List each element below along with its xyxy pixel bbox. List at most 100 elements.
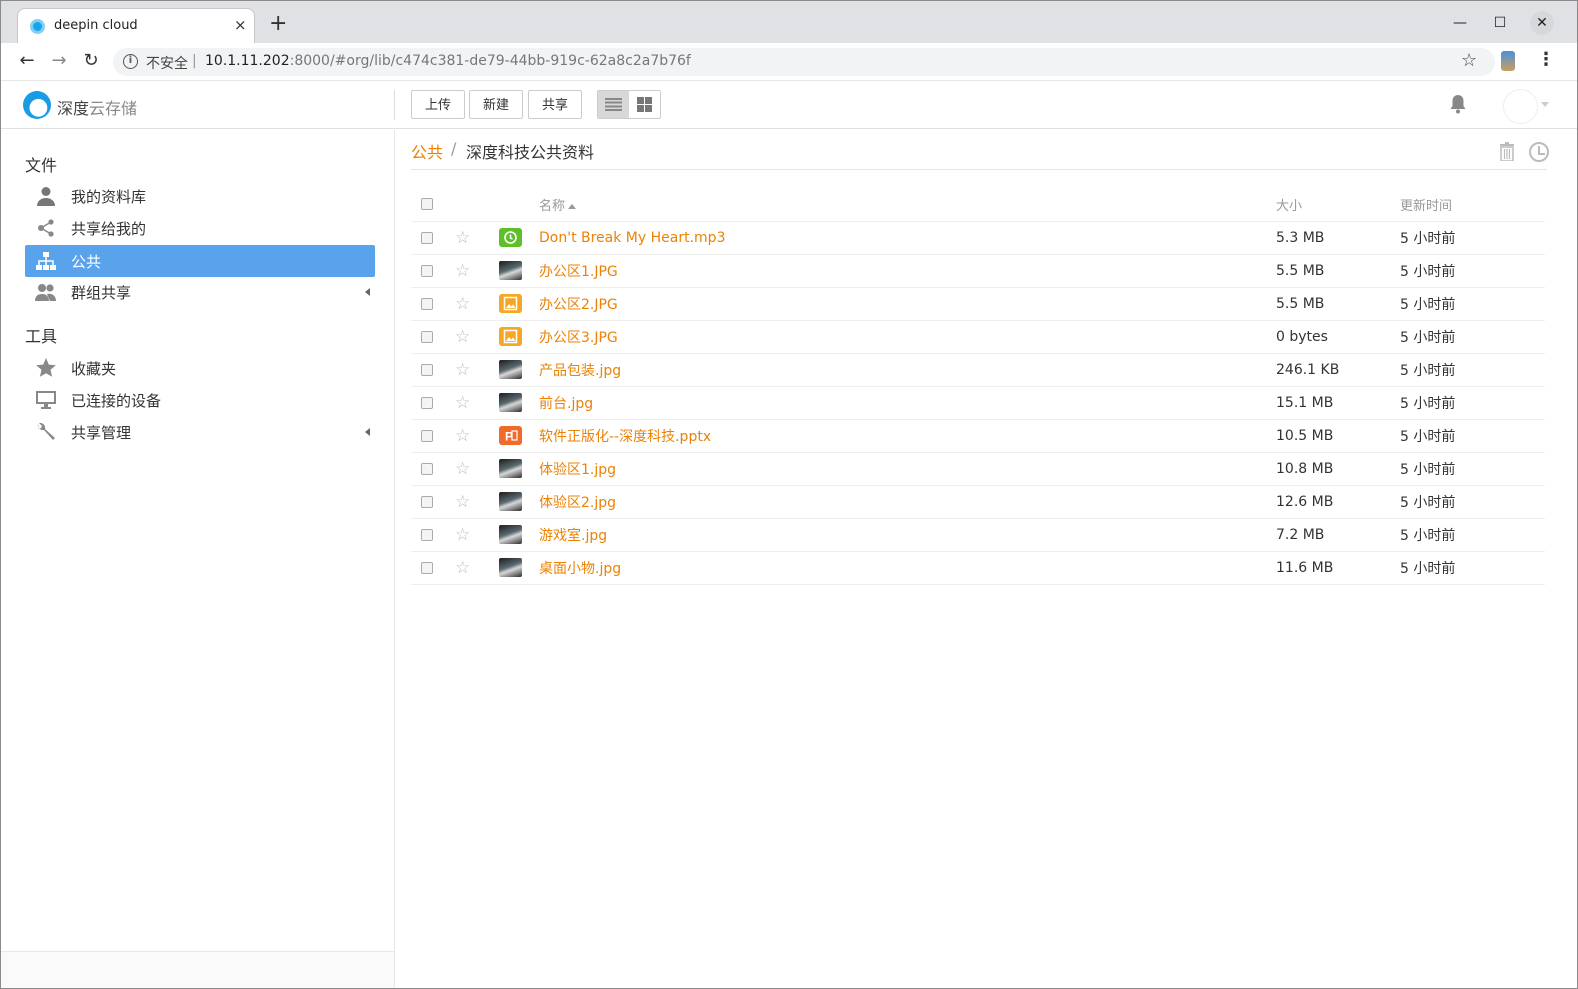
file-name-link[interactable]: Don't Break My Heart.mp3	[539, 230, 725, 246]
row-checkbox[interactable]	[421, 462, 433, 475]
sidebar-item-label: 已连接的设备	[71, 392, 162, 410]
file-name-link[interactable]: 办公区1.JPG	[539, 264, 618, 280]
favorite-star-icon[interactable]: ☆	[451, 393, 470, 413]
favorite-star-icon[interactable]: ☆	[451, 459, 470, 479]
row-checkbox[interactable]	[421, 495, 433, 508]
table-row[interactable]: ☆ 办公区2.JPG 5.5 MB 5 小时前	[411, 287, 1545, 321]
trash-icon[interactable]	[1499, 142, 1515, 161]
tab-close-icon[interactable]: ×	[234, 16, 247, 34]
favorite-star-icon[interactable]: ☆	[451, 360, 470, 380]
minimize-icon[interactable]: —	[1448, 11, 1472, 35]
file-name-link[interactable]: 产品包装.jpg	[539, 363, 621, 379]
sidebar-item-share-admin[interactable]: 共享管理	[25, 416, 375, 448]
sidebar-item-favorites[interactable]: 收藏夹	[25, 352, 375, 384]
table-row[interactable]: ☆ Don't Break My Heart.mp3 5.3 MB 5 小时前	[411, 221, 1545, 255]
favorite-star-icon[interactable]: ☆	[451, 294, 470, 314]
table-row[interactable]: ☆ P 软件正版化--深度科技.pptx 10.5 MB 5 小时前	[411, 419, 1545, 453]
row-checkbox[interactable]	[421, 528, 433, 541]
browser-tab[interactable]: deepin cloud ×	[17, 8, 255, 43]
file-name-link[interactable]: 前台.jpg	[539, 396, 593, 412]
extension-icon[interactable]	[1501, 51, 1515, 71]
row-checkbox[interactable]	[421, 363, 433, 376]
row-fav-cell: ☆	[451, 254, 499, 288]
row-checkbox[interactable]	[421, 561, 433, 574]
sidebar-item-label: 共享管理	[71, 424, 132, 442]
new-button[interactable]: 新建	[469, 90, 523, 119]
table-row[interactable]: ☆ 游戏室.jpg 7.2 MB 5 小时前	[411, 518, 1545, 552]
info-icon[interactable]: i	[123, 54, 138, 69]
row-checkbox[interactable]	[421, 231, 433, 244]
table-header-row: 名称 大小 更新时间	[411, 188, 1545, 222]
sidebar-item-shared-with-me[interactable]: 共享给我的	[25, 212, 375, 244]
maximize-icon[interactable]: ☐	[1488, 11, 1512, 35]
chevron-down-icon[interactable]	[1541, 102, 1549, 107]
row-checkbox[interactable]	[421, 429, 433, 442]
table-row[interactable]: ☆ 体验区2.jpg 12.6 MB 5 小时前	[411, 485, 1545, 519]
row-checkbox[interactable]	[421, 297, 433, 310]
row-checkbox[interactable]	[421, 264, 433, 277]
favorite-star-icon[interactable]: ☆	[451, 525, 470, 545]
favorite-star-icon[interactable]: ☆	[451, 228, 470, 248]
sidebar-item-public[interactable]: 公共	[25, 245, 375, 277]
new-tab-icon[interactable]: +	[269, 13, 287, 35]
sidebar-item-my-libraries[interactable]: 我的资料库	[25, 180, 375, 212]
row-fav-cell: ☆	[451, 518, 499, 552]
history-clock-icon[interactable]	[1529, 142, 1549, 162]
favorite-star-icon[interactable]: ☆	[451, 261, 470, 281]
security-label[interactable]: 不安全	[146, 53, 188, 73]
image-file-icon	[499, 327, 522, 346]
updated-header[interactable]: 更新时间	[1400, 188, 1545, 222]
user-avatar[interactable]	[1503, 89, 1538, 124]
table-row[interactable]: ☆ 体验区1.jpg 10.8 MB 5 小时前	[411, 452, 1545, 486]
table-row[interactable]: ☆ 前台.jpg 15.1 MB 5 小时前	[411, 386, 1545, 420]
image-thumbnail	[499, 558, 522, 577]
table-row[interactable]: ☆ 办公区1.JPG 5.5 MB 5 小时前	[411, 254, 1545, 288]
file-name-link[interactable]: 软件正版化--深度科技.pptx	[539, 429, 711, 445]
select-all-checkbox[interactable]	[421, 198, 433, 211]
reload-icon[interactable]: ↻	[79, 49, 103, 73]
sidebar-item-devices[interactable]: 已连接的设备	[25, 384, 375, 416]
row-icon-cell: P	[499, 419, 539, 453]
favorite-star-icon[interactable]: ☆	[451, 558, 470, 578]
row-checkbox[interactable]	[421, 396, 433, 409]
table-row[interactable]: ☆ 产品包装.jpg 246.1 KB 5 小时前	[411, 353, 1545, 387]
forward-icon[interactable]: →	[47, 49, 71, 73]
url-text[interactable]: 10.1.11.202:8000/#org/lib/c474c381-de79-…	[205, 53, 691, 69]
row-checkbox[interactable]	[421, 330, 433, 343]
file-name-link[interactable]: 桌面小物.jpg	[539, 561, 621, 577]
size-header[interactable]: 大小	[1276, 188, 1400, 222]
share-button[interactable]: 共享	[528, 90, 582, 119]
view-toggle	[597, 90, 661, 119]
expand-caret-icon[interactable]	[365, 288, 370, 296]
file-name-link[interactable]: 体验区2.jpg	[539, 495, 616, 511]
favorite-star-icon[interactable]: ☆	[451, 426, 470, 446]
favorite-star-icon[interactable]: ☆	[451, 327, 470, 347]
file-rows: ☆ Don't Break My Heart.mp3 5.3 MB 5 小时前 ☆ 办公区…	[411, 221, 1545, 585]
name-header[interactable]: 名称	[539, 188, 1276, 222]
grid-view-button[interactable]	[629, 91, 660, 118]
table-row[interactable]: ☆ 桌面小物.jpg 11.6 MB 5 小时前	[411, 551, 1545, 585]
table-row[interactable]: ☆ 办公区3.JPG 0 bytes 5 小时前	[411, 320, 1545, 354]
back-icon[interactable]: ←	[15, 49, 39, 73]
file-name-link[interactable]: 游戏室.jpg	[539, 528, 607, 544]
file-name-link[interactable]: 体验区1.jpg	[539, 462, 616, 478]
file-name-link[interactable]: 办公区2.JPG	[539, 297, 618, 313]
expand-caret-icon[interactable]	[365, 428, 370, 436]
favorite-star-icon[interactable]: ☆	[451, 492, 470, 512]
row-name-cell: 产品包装.jpg	[539, 353, 1276, 387]
breadcrumb-root-link[interactable]: 公共	[411, 139, 443, 163]
row-updated-cell: 5 小时前	[1400, 551, 1545, 585]
sidebar-item-label: 收藏夹	[71, 360, 117, 378]
browser-window: deepin cloud × + — ☐ ✕ ← → ↻ i 不安全 | 10.…	[0, 0, 1578, 989]
address-bar[interactable]: i 不安全 | 10.1.11.202:8000/#org/lib/c474c3…	[113, 48, 1495, 76]
bell-icon[interactable]	[1449, 94, 1467, 114]
file-name-link[interactable]: 办公区3.JPG	[539, 330, 618, 346]
upload-button[interactable]: 上传	[411, 90, 465, 119]
browser-menu-icon[interactable]: ⋮	[1537, 49, 1555, 70]
bookmark-star-icon[interactable]: ☆	[1461, 50, 1477, 71]
url-host: 10.1.11.202	[205, 53, 290, 69]
window-close-icon[interactable]: ✕	[1530, 11, 1554, 35]
sidebar-item-group-share[interactable]: 群组共享	[25, 276, 375, 308]
list-view-button[interactable]	[598, 91, 629, 118]
app-header: 深度云存储 上传 新建 共享	[1, 82, 1577, 129]
